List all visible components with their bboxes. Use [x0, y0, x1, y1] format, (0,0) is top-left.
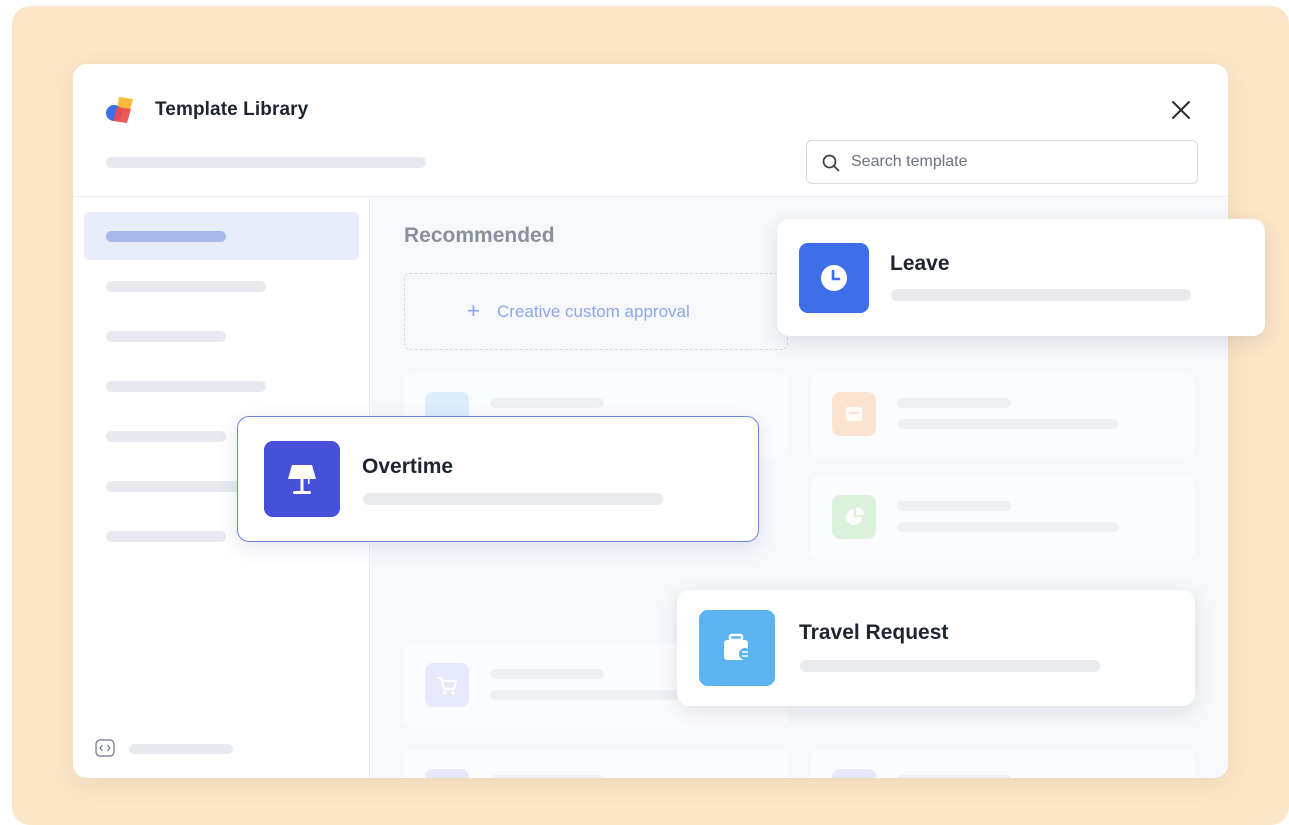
create-custom-approval-button[interactable]: + Creative custom approval — [404, 273, 788, 350]
sidebar-item-active[interactable] — [84, 212, 359, 260]
briefcase-icon — [699, 610, 775, 686]
search-input[interactable] — [851, 150, 1181, 174]
sidebar-item-placeholder — [106, 231, 226, 242]
tile-title-placeholder — [897, 775, 1011, 778]
tile-desc-placeholder — [897, 419, 1119, 429]
template-card-title: Overtime — [362, 455, 454, 478]
lamp-icon — [264, 441, 340, 517]
tile-title-placeholder — [490, 398, 604, 408]
search-box[interactable] — [806, 140, 1198, 184]
app-logo-icon — [106, 97, 133, 123]
template-card-leave[interactable]: Leave — [777, 219, 1265, 336]
template-card-title: Travel Request — [799, 621, 949, 644]
sidebar-item-placeholder — [106, 331, 226, 342]
person-icon — [832, 769, 876, 778]
template-tile[interactable] — [811, 373, 1195, 457]
template-card-desc-placeholder — [800, 660, 1100, 672]
close-icon[interactable] — [1169, 98, 1193, 122]
tile-title-placeholder — [490, 669, 604, 679]
window-title: Template Library — [155, 99, 309, 120]
tile-title-placeholder — [490, 775, 604, 778]
sidebar-item[interactable] — [84, 362, 359, 410]
sidebar-item-placeholder — [106, 531, 226, 542]
template-tile[interactable] — [811, 476, 1195, 560]
template-card-travel-request[interactable]: Travel Request — [677, 590, 1195, 706]
clock-icon — [799, 243, 869, 313]
section-title: Recommended — [404, 224, 555, 247]
plus-icon: + — [467, 298, 480, 323]
title-bar: Template Library — [73, 64, 1228, 197]
template-card-desc-placeholder — [363, 493, 663, 505]
sidebar-footer-placeholder — [129, 744, 233, 754]
tile-desc-placeholder — [897, 522, 1119, 532]
cart-icon — [425, 663, 469, 707]
tile-title-placeholder — [897, 398, 1011, 408]
sidebar-item-placeholder — [106, 381, 266, 392]
sidebar-item[interactable] — [84, 312, 359, 360]
sidebar-item[interactable] — [84, 262, 359, 310]
template-card-desc-placeholder — [891, 289, 1191, 301]
template-tile[interactable] — [404, 750, 788, 778]
user-badge-icon — [425, 769, 469, 778]
ticket-icon — [832, 392, 876, 436]
code-icon — [95, 739, 115, 757]
template-card-title: Leave — [890, 252, 950, 275]
breadcrumb-placeholder — [106, 157, 426, 168]
sidebar-item-placeholder — [106, 431, 226, 442]
tile-title-placeholder — [897, 501, 1011, 511]
template-tile[interactable] — [811, 750, 1195, 778]
create-custom-approval-label: Creative custom approval — [497, 302, 690, 321]
template-card-overtime[interactable]: Overtime — [237, 416, 759, 542]
sidebar-item-placeholder — [106, 281, 266, 292]
pie-chart-icon — [832, 495, 876, 539]
search-icon — [822, 154, 840, 172]
